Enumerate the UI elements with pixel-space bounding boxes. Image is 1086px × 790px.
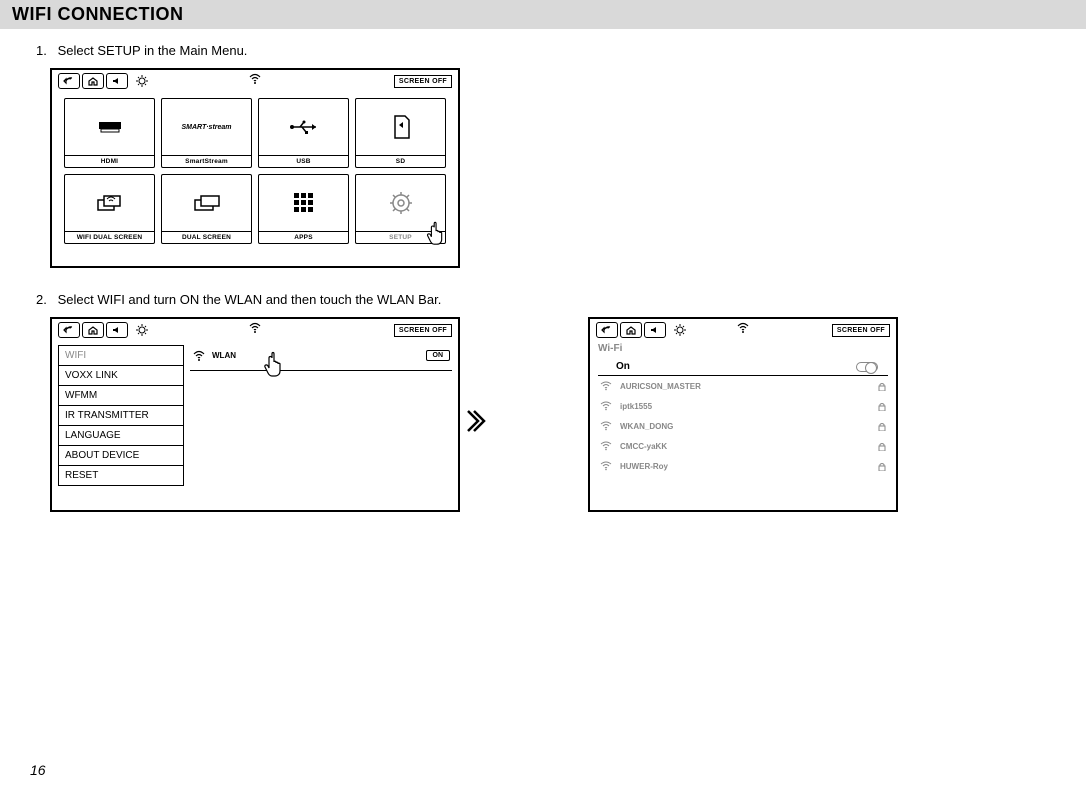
back-icon[interactable]: [58, 322, 80, 338]
sidebar-item-wfmm[interactable]: WFMM: [59, 386, 183, 406]
brightness-icon[interactable]: [132, 73, 152, 89]
tile-dual-screen[interactable]: DUAL SCREEN: [161, 174, 252, 244]
network-name: CMCC-yaKK: [620, 442, 667, 451]
wlan-bar[interactable]: WLAN ON: [190, 345, 452, 371]
wifi-page-title: Wi-Fi: [598, 343, 888, 354]
hdmi-icon: [65, 99, 154, 155]
screen-off-button[interactable]: SCREEN OFF: [394, 75, 452, 88]
network-name: AURICSON_MASTER: [620, 382, 701, 391]
section-title: WIFI CONNECTION: [0, 0, 1086, 29]
network-name: HUWER-Roy: [620, 462, 668, 471]
screen-off-button[interactable]: SCREEN OFF: [394, 324, 452, 337]
usb-icon: [259, 99, 348, 155]
wlan-label: WLAN: [212, 351, 236, 360]
back-icon[interactable]: [58, 73, 80, 89]
brightness-icon[interactable]: [670, 322, 690, 338]
volume-icon[interactable]: [644, 322, 666, 338]
tile-apps-label: APPS: [259, 231, 348, 243]
settings-sidebar: WIFI VOXX LINK WFMM IR TRANSMITTER LANGU…: [58, 345, 184, 486]
wifi-icon: [600, 421, 612, 431]
tile-usb-label: USB: [259, 155, 348, 167]
wifi-icon: [600, 441, 612, 451]
sd-icon: [356, 99, 445, 155]
wifi-list-screenshot: SCREEN OFF Wi-Fi On AURICSON_MASTER iptk…: [588, 317, 898, 512]
step-2: 2. Select WIFI and turn ON the WLAN and …: [36, 292, 1056, 307]
page-number: 16: [30, 762, 46, 778]
main-menu-screenshot: SCREEN OFF HDMI SMART·stream SmartStream…: [50, 68, 460, 268]
step-2-num: 2.: [36, 292, 54, 307]
back-icon[interactable]: [596, 322, 618, 338]
dual-screen-icon: [162, 175, 251, 231]
wifi-icon: [600, 381, 612, 391]
step-1-text: Select SETUP in the Main Menu.: [58, 43, 248, 58]
sidebar-item-wifi[interactable]: WIFI: [59, 346, 183, 366]
panel-header: SCREEN OFF: [52, 319, 458, 341]
step-2-text: Select WIFI and turn ON the WLAN and the…: [58, 292, 442, 307]
wlan-on-pill[interactable]: ON: [426, 350, 451, 361]
volume-icon[interactable]: [106, 73, 128, 89]
wifi-icon: [248, 321, 262, 339]
sidebar-item-about[interactable]: ABOUT DEVICE: [59, 446, 183, 466]
home-icon[interactable]: [82, 73, 104, 89]
step-1: 1. Select SETUP in the Main Menu.: [36, 43, 1056, 58]
lock-icon: [878, 422, 886, 431]
wifi-icon: [192, 350, 206, 362]
tile-wifi-dual-label: WIFI DUAL SCREEN: [65, 231, 154, 243]
network-name: iptk1555: [620, 402, 652, 411]
home-icon[interactable]: [82, 322, 104, 338]
network-row[interactable]: iptk1555: [598, 396, 888, 416]
panel-header: SCREEN OFF: [590, 319, 896, 341]
wifi-icon: [600, 401, 612, 411]
tile-hdmi[interactable]: HDMI: [64, 98, 155, 168]
sidebar-item-ir[interactable]: IR TRANSMITTER: [59, 406, 183, 426]
tile-sd-label: SD: [356, 155, 445, 167]
sidebar-item-reset[interactable]: RESET: [59, 466, 183, 485]
network-row[interactable]: HUWER-Roy: [598, 456, 888, 476]
home-icon[interactable]: [620, 322, 642, 338]
tile-usb[interactable]: USB: [258, 98, 349, 168]
wifi-on-row[interactable]: On: [598, 358, 888, 376]
tile-wifi-dual-screen[interactable]: WIFI DUAL SCREEN: [64, 174, 155, 244]
lock-icon: [878, 442, 886, 451]
hand-cursor-icon: [423, 219, 451, 247]
wifi-dual-icon: [65, 175, 154, 231]
panel-header: SCREEN OFF: [52, 70, 458, 92]
tile-apps[interactable]: APPS: [258, 174, 349, 244]
network-name: WKAN_DONG: [620, 422, 673, 431]
smartstream-icon: SMART·stream: [162, 99, 251, 155]
lock-icon: [878, 462, 886, 471]
setup-wifi-screenshot: SCREEN OFF WIFI VOXX LINK WFMM IR TRANSM…: [50, 317, 460, 512]
network-row[interactable]: WKAN_DONG: [598, 416, 888, 436]
tile-smartstream-label: SmartStream: [162, 155, 251, 167]
wifi-on-label: On: [616, 361, 630, 372]
hand-cursor-icon: [260, 349, 290, 379]
sidebar-item-voxx[interactable]: VOXX LINK: [59, 366, 183, 386]
wifi-toggle[interactable]: [856, 362, 878, 372]
sidebar-item-language[interactable]: LANGUAGE: [59, 426, 183, 446]
network-row[interactable]: CMCC-yaKK: [598, 436, 888, 456]
screen-off-button[interactable]: SCREEN OFF: [832, 324, 890, 337]
tile-setup[interactable]: SETUP: [355, 174, 446, 244]
wifi-icon: [248, 72, 262, 90]
tile-sd[interactable]: SD: [355, 98, 446, 168]
tile-smartstream[interactable]: SMART·stream SmartStream: [161, 98, 252, 168]
lock-icon: [878, 382, 886, 391]
step-1-num: 1.: [36, 43, 54, 58]
tile-dual-label: DUAL SCREEN: [162, 231, 251, 243]
wifi-icon: [600, 461, 612, 471]
brightness-icon[interactable]: [132, 322, 152, 338]
apps-icon: [259, 175, 348, 231]
wifi-icon: [736, 321, 750, 339]
volume-icon[interactable]: [106, 322, 128, 338]
tile-hdmi-label: HDMI: [65, 155, 154, 167]
network-row[interactable]: AURICSON_MASTER: [598, 376, 888, 396]
lock-icon: [878, 402, 886, 411]
arrow-right-icon: [460, 407, 488, 435]
